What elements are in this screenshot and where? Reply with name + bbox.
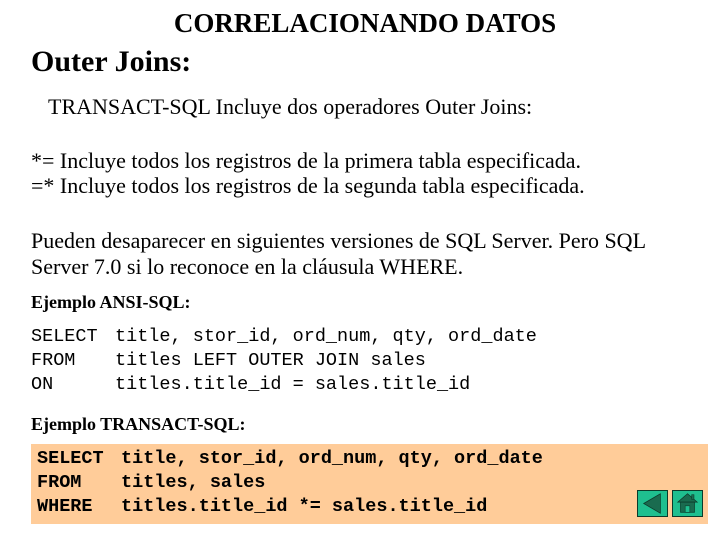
ansi-code-line: SELECT title, stor_id, ord_num, qty, ord_…: [31, 326, 537, 347]
sql-keyword: ON: [31, 374, 54, 395]
home-button[interactable]: [672, 490, 703, 517]
tsql-example-label: Ejemplo TRANSACT-SQL:: [31, 414, 246, 434]
tsql-code-line: FROM titles, sales: [37, 472, 265, 493]
home-icon: [676, 493, 699, 513]
ansi-code-line: ON titles.title_id = sales.title_id: [31, 374, 470, 395]
note-line-2: Server 7.0 si lo reconoce en la cláusula…: [31, 254, 464, 279]
sql-clause: titles, sales: [121, 472, 266, 493]
sql-clause: title, stor_id, ord_num, qty, ord_date: [121, 448, 543, 469]
section-heading: Outer Joins:: [31, 45, 192, 78]
operator-right-description: =* Incluye todos los registros de la seg…: [31, 173, 585, 198]
tsql-code-line: SELECT title, stor_id, ord_num, qty, ord_…: [37, 448, 543, 469]
sql-clause: title, stor_id, ord_num, qty, ord_date: [115, 326, 537, 347]
sql-keyword: SELECT: [37, 448, 104, 469]
tsql-code-line: WHERE titles.title_id *= sales.title_id: [37, 496, 487, 517]
sql-keyword: WHERE: [37, 496, 93, 517]
sql-keyword: FROM: [31, 350, 76, 371]
ansi-code-line: FROM titles LEFT OUTER JOIN sales: [31, 350, 426, 371]
operator-left-description: *= Incluye todos los registros de la pri…: [31, 148, 581, 173]
note-line-1: Pueden desaparecer en siguientes version…: [31, 228, 647, 253]
sql-clause: titles.title_id *= sales.title_id: [121, 496, 488, 517]
slide-title: CORRELACIONANDO DATOS: [173, 8, 557, 38]
back-triangle-icon: [642, 493, 661, 514]
ansi-example-label: Ejemplo ANSI-SQL:: [31, 292, 191, 312]
sql-clause: titles.title_id = sales.title_id: [115, 374, 471, 395]
tsql-code-box: SELECT title, stor_id, ord_num, qty, ord_…: [31, 444, 708, 524]
sql-keyword: FROM: [37, 472, 82, 493]
sql-clause: titles LEFT OUTER JOIN sales: [115, 350, 426, 371]
sql-keyword: SELECT: [31, 326, 98, 347]
intro-text: TRANSACT-SQL Incluye dos operadores Oute…: [48, 94, 533, 119]
back-button[interactable]: [637, 490, 668, 517]
